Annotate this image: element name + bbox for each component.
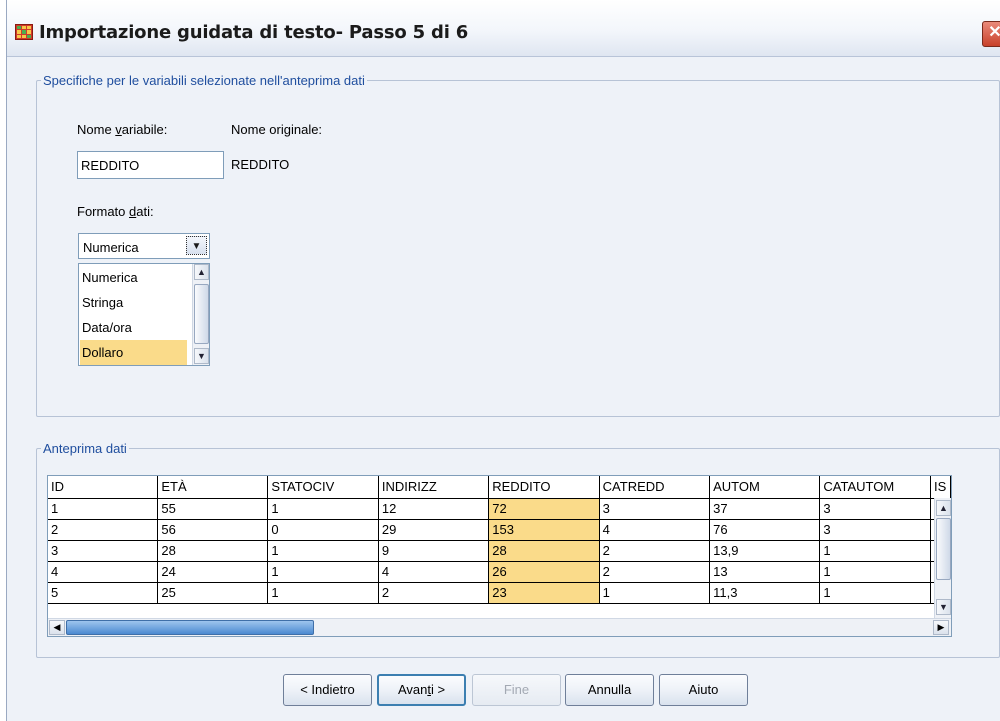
table-cell[interactable]: 23 [488,582,600,604]
table-cell[interactable]: 2 [48,519,159,541]
table-cell[interactable]: 13,9 [709,540,821,562]
table-cell[interactable]: 5 [48,582,159,604]
table-cell[interactable]: 1 [267,582,379,604]
table-cell[interactable]: 3 [819,519,931,541]
table-cell[interactable]: 1 [819,561,931,583]
table-cell[interactable]: 29 [378,519,490,541]
grid-vertical-scrollbar[interactable]: ▲ ▼ [934,498,951,618]
table-cell[interactable]: 1 [267,498,379,520]
table-cell[interactable]: 0 [267,519,379,541]
dialog-window: Importazione guidata di testo- Passo 5 d… [6,0,1000,721]
cancel-button[interactable]: Annulla [565,674,654,706]
scroll-thumb[interactable] [936,518,951,580]
table-cell[interactable]: 153 [488,519,600,541]
table-cell[interactable]: 1 [819,540,931,562]
table-cell[interactable]: 28 [157,540,269,562]
table-cell[interactable]: 1 [599,582,711,604]
table-cell[interactable]: 56 [157,519,269,541]
scroll-thumb[interactable] [66,620,314,635]
data-preview-legend: Anteprima dati [41,441,129,456]
table-cell[interactable]: 1 [48,498,159,520]
table-cell[interactable]: 13 [709,561,821,583]
table-cell[interactable]: 72 [488,498,600,520]
next-button[interactable]: Avanti > [377,674,466,706]
column-header[interactable]: CATAUTOM [819,476,931,499]
table-header-row: ID ETÀ STATOCIV INDIRIZZ REDDITO CATREDD… [48,476,951,499]
format-option-dollaro[interactable]: Dollaro [80,340,187,365]
back-button[interactable]: < Indietro [283,674,372,706]
table-cell[interactable]: 2 [599,561,711,583]
help-button[interactable]: Aiuto [659,674,748,706]
format-option-stringa[interactable]: Stringa [80,290,187,315]
orig-name-value: REDDITO [231,157,290,172]
column-header[interactable]: IS [930,476,951,499]
format-list-scrollbar[interactable]: ▲ ▼ [192,264,209,365]
orig-name-label: Nome originale: [231,122,323,137]
table-cell[interactable]: 4 [378,561,490,583]
table-cell[interactable]: 25 [157,582,269,604]
column-header[interactable]: STATOCIV [267,476,379,499]
table-cell[interactable]: 37 [709,498,821,520]
table-cell[interactable]: 2 [378,582,490,604]
table-cell[interactable]: 24 [157,561,269,583]
finish-button[interactable]: Fine [472,674,561,706]
column-header[interactable]: INDIRIZZ [378,476,490,499]
table-cell[interactable]: 2 [599,540,711,562]
scroll-right-icon[interactable]: ▶ [933,620,949,635]
table-cell[interactable]: 3 [819,498,931,520]
title-bar[interactable]: Importazione guidata di testo- Passo 5 d… [7,0,1000,57]
format-combobox[interactable]: Numerica ▼ [78,233,210,259]
table-cell[interactable]: 3 [599,498,711,520]
table-row[interactable]: 2 56 0 29 153 4 76 3 1 [48,519,951,541]
format-dropdown-list[interactable]: Numerica Stringa Data/ora Dollaro ▲ ▼ [78,263,210,366]
table-cell[interactable]: 26 [488,561,600,583]
table-cell[interactable]: 9 [378,540,490,562]
column-header[interactable]: AUTOM [709,476,821,499]
scroll-down-icon[interactable]: ▼ [194,348,209,364]
data-preview-table: ID ETÀ STATOCIV INDIRIZZ REDDITO CATREDD… [48,476,951,604]
table-cell[interactable]: 11,3 [709,582,821,604]
table-cell[interactable]: 3 [48,540,159,562]
table-cell[interactable]: 1 [819,582,931,604]
table-cell[interactable]: 4 [48,561,159,583]
format-option-data-ora[interactable]: Data/ora [80,315,187,340]
format-label: Formato dati: [77,204,154,219]
var-name-input[interactable]: REDDITO [77,151,224,179]
column-header[interactable]: ETÀ [157,476,269,499]
format-selected-value: Numerica [83,240,139,255]
var-name-label: Nome variabile: [77,122,168,137]
table-cell[interactable]: 12 [378,498,490,520]
table-row[interactable]: 1 55 1 12 72 3 37 3 1 [48,498,951,520]
column-header[interactable]: REDDITO [488,476,600,499]
table-cell[interactable]: 55 [157,498,269,520]
scroll-left-icon[interactable]: ◀ [49,620,65,635]
data-preview-grid[interactable]: ID ETÀ STATOCIV INDIRIZZ REDDITO CATREDD… [47,475,952,637]
table-cell[interactable]: 1 [267,540,379,562]
table-cell[interactable]: 1 [267,561,379,583]
scroll-up-icon[interactable]: ▲ [194,264,209,280]
table-row[interactable]: 5 25 1 2 23 1 11,3 1 2 [48,582,951,604]
grid-horizontal-scrollbar[interactable]: ◀ ▶ [48,618,951,636]
scroll-down-icon[interactable]: ▼ [936,599,951,615]
scroll-up-icon[interactable]: ▲ [936,500,951,516]
table-row[interactable]: 3 28 1 9 28 2 13,9 1 3 [48,540,951,562]
window-title: Importazione guidata di testo- Passo 5 d… [39,22,469,43]
table-row[interactable]: 4 24 1 4 26 2 13 1 4 [48,561,951,583]
column-header[interactable]: CATREDD [599,476,711,499]
table-cell[interactable]: 4 [599,519,711,541]
column-header[interactable]: ID [48,476,159,499]
table-cell[interactable]: 28 [488,540,600,562]
close-icon[interactable]: ✕ [982,21,1000,47]
scroll-thumb[interactable] [194,284,209,344]
spreadsheet-icon [15,24,33,40]
table-cell[interactable]: 76 [709,519,821,541]
format-option-numerica[interactable]: Numerica [80,265,187,290]
chevron-down-icon[interactable]: ▼ [186,236,207,255]
variable-spec-legend: Specifiche per le variabili selezionate … [41,73,367,88]
